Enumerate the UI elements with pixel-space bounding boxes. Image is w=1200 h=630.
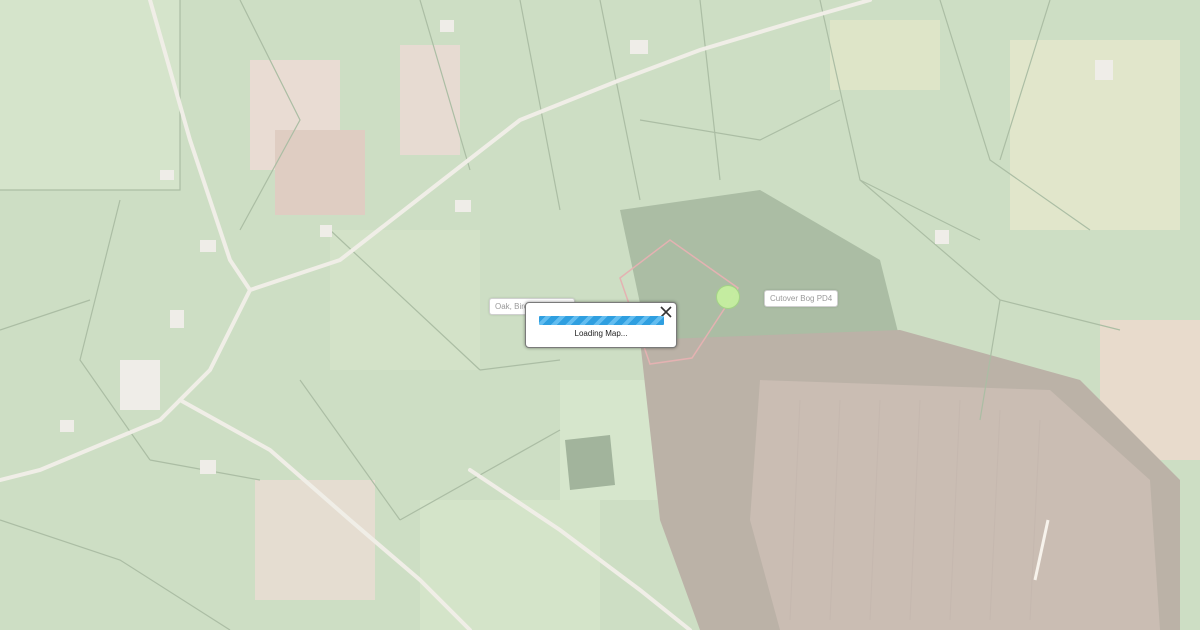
loading-progress-bar xyxy=(539,316,664,325)
map-view[interactable]: Oak, Birc Cutover Bog PD4 Loading Map... xyxy=(0,0,1200,630)
map-label-cutover-bog[interactable]: Cutover Bog PD4 xyxy=(764,290,839,307)
loading-dialog: Loading Map... xyxy=(525,302,677,348)
site-marker[interactable] xyxy=(716,285,740,309)
loading-text: Loading Map... xyxy=(574,329,628,338)
loading-progress-fill xyxy=(539,316,664,325)
